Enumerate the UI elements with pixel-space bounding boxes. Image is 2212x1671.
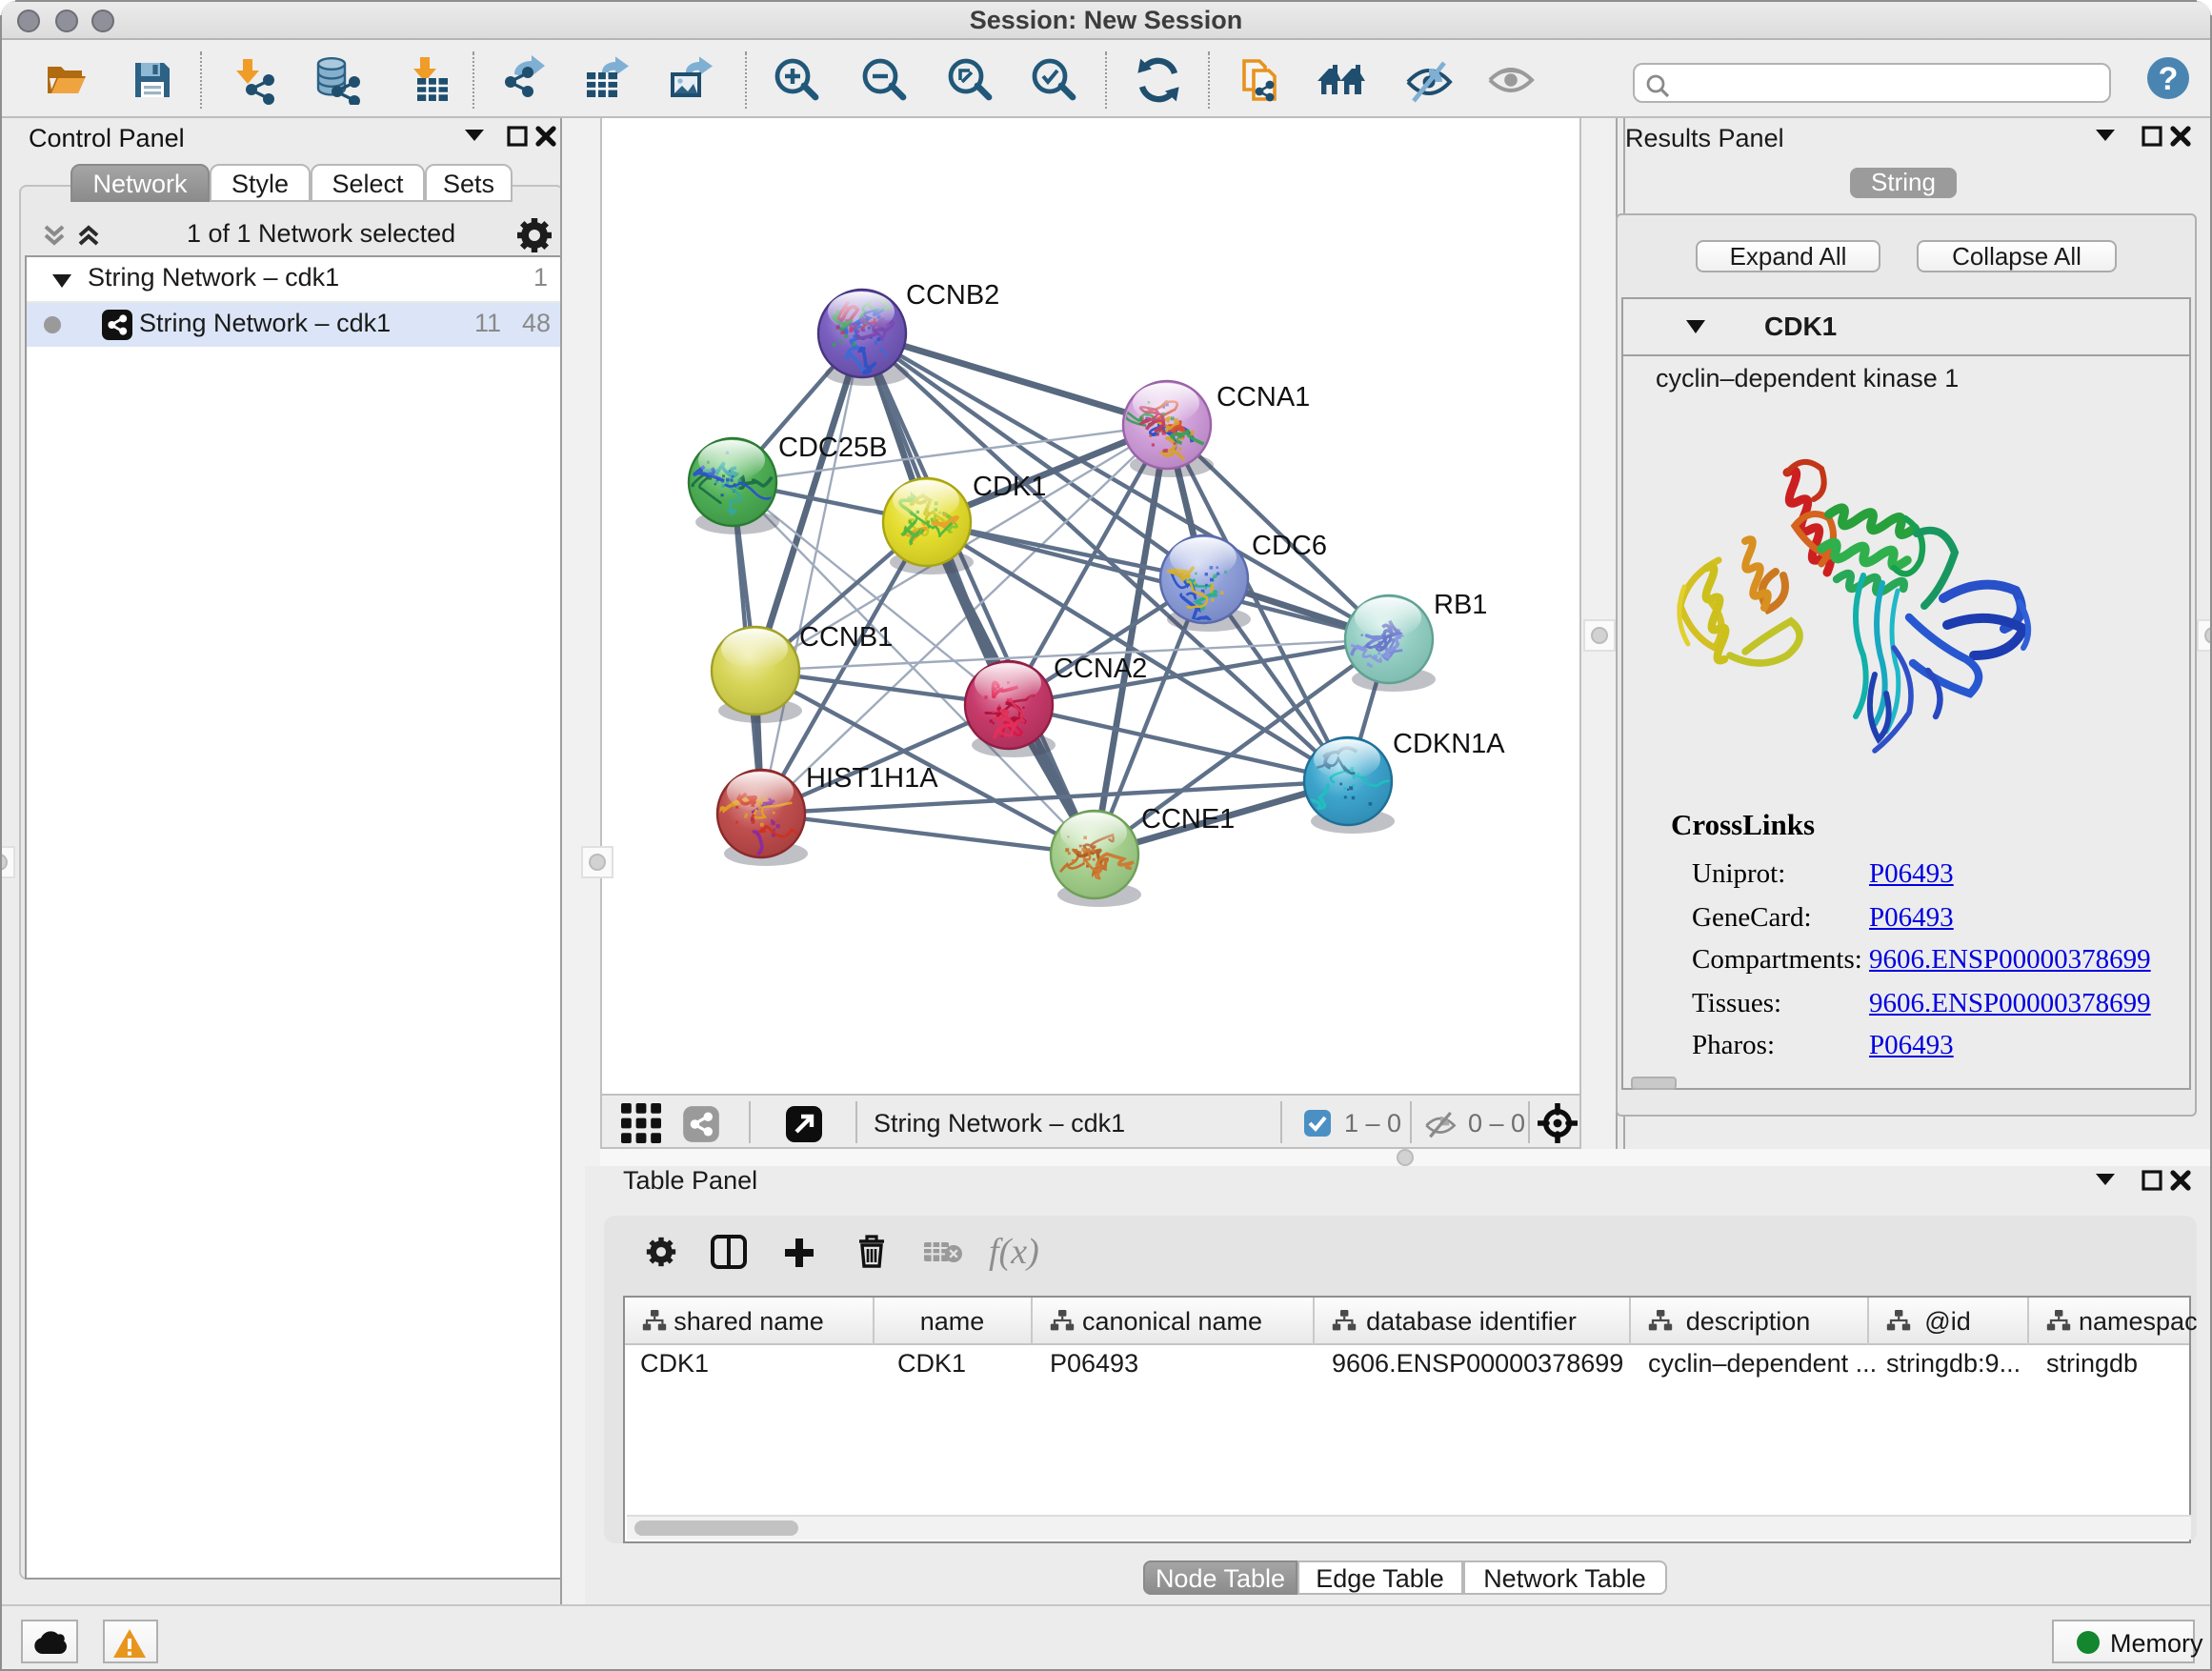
- svg-text:CCNE1: CCNE1: [1140, 804, 1234, 835]
- svg-text:HIST1H1A: HIST1H1A: [805, 763, 937, 794]
- svg-text:CDC25B: CDC25B: [777, 433, 886, 463]
- svg-text:CCNB2: CCNB2: [905, 280, 998, 311]
- svg-text:CDK1: CDK1: [972, 472, 1045, 502]
- svg-text:CCNA1: CCNA1: [1216, 382, 1309, 413]
- svg-text:CCNA2: CCNA2: [1053, 654, 1146, 684]
- svg-text:CDKN1A: CDKN1A: [1392, 729, 1504, 759]
- svg-text:?: ?: [2159, 61, 2179, 97]
- svg-text:RB1: RB1: [1433, 590, 1486, 620]
- svg-text:CDC6: CDC6: [1251, 531, 1326, 561]
- svg-text:CCNB1: CCNB1: [798, 622, 892, 653]
